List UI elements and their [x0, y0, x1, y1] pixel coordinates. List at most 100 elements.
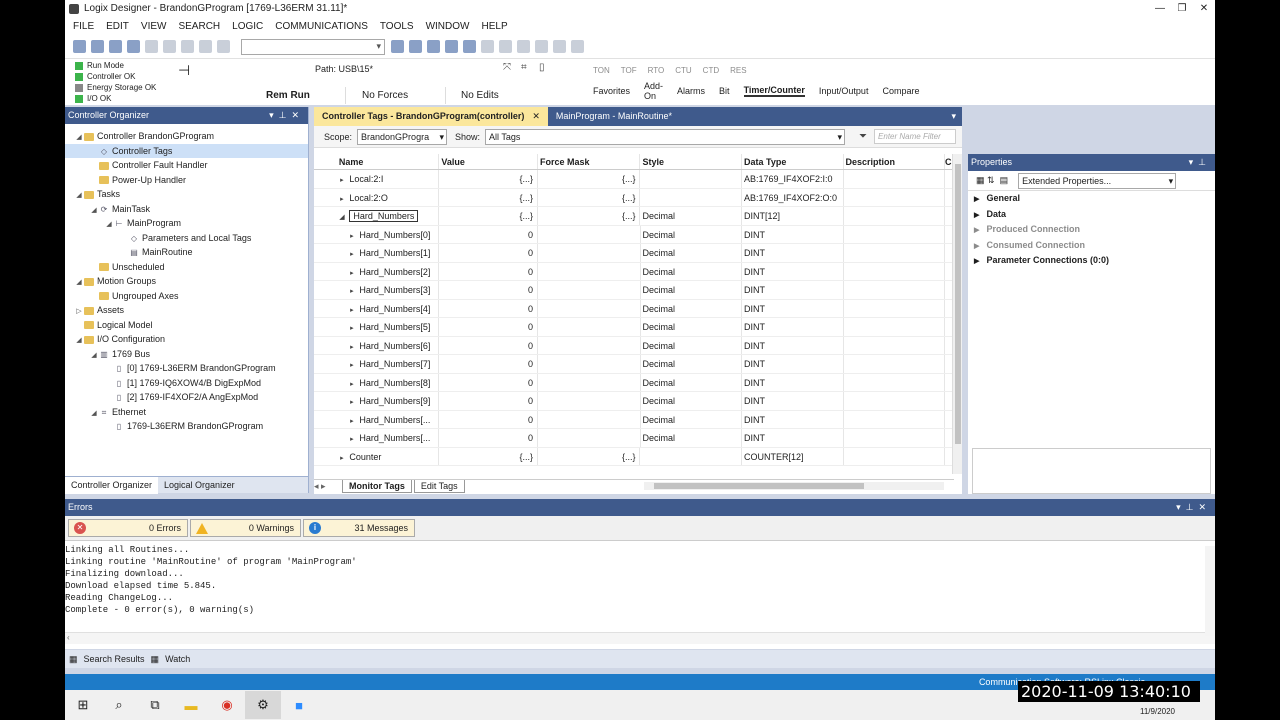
- controller-mode[interactable]: Rem Run: [266, 87, 344, 104]
- cross-reference-icon[interactable]: [427, 40, 440, 53]
- grid-vertical-scrollbar[interactable]: [952, 154, 962, 474]
- tag-force-mask[interactable]: {...}: [536, 447, 640, 465]
- tag-name[interactable]: Hard_Numbers[...: [359, 415, 430, 425]
- tag-name[interactable]: Hard_Numbers[2]: [359, 267, 430, 277]
- instr-ctu[interactable]: CTU: [675, 66, 691, 75]
- tab-logical-organizer[interactable]: Logical Organizer: [158, 480, 241, 490]
- tag-row[interactable]: ▸ Hard_Numbers[1] 0 Decimal DINT: [314, 244, 954, 263]
- tag-style[interactable]: Decimal: [639, 336, 742, 354]
- tag-description[interactable]: [842, 299, 945, 317]
- tag-value[interactable]: 0: [438, 225, 537, 243]
- tag-force-mask[interactable]: [536, 318, 640, 336]
- menu-help[interactable]: HELP: [481, 21, 507, 32]
- file-explorer-icon[interactable]: ▬: [173, 691, 209, 719]
- tag-row[interactable]: ▸ Local:2:I {...} {...} AB:1769_IF4XOF2:I:0: [314, 170, 954, 189]
- tag-value[interactable]: 0: [438, 281, 537, 299]
- show-select[interactable]: All Tags: [485, 128, 846, 145]
- tag-force-mask[interactable]: {...}: [536, 170, 640, 188]
- instr-rto[interactable]: RTO: [648, 66, 665, 75]
- tag-style[interactable]: [639, 170, 741, 188]
- zoom-icon[interactable]: ■: [281, 691, 317, 719]
- instr-res[interactable]: RES: [730, 66, 746, 75]
- sort-icon[interactable]: ⇅: [987, 175, 995, 186]
- tag-value[interactable]: 0: [438, 336, 537, 354]
- tag-description[interactable]: [842, 262, 945, 280]
- tab-controller-tags[interactable]: Controller Tags - BrandonGProgram(contro…: [314, 107, 548, 126]
- tag-style[interactable]: Decimal: [639, 225, 742, 243]
- tag-data-type[interactable]: DINT: [741, 225, 843, 243]
- tag-force-mask[interactable]: [536, 262, 640, 280]
- menu-communications[interactable]: COMMUNICATIONS: [275, 21, 368, 32]
- maximize-button[interactable]: ❐: [1171, 3, 1193, 14]
- tag-data-type[interactable]: DINT: [741, 244, 843, 262]
- tab-watch[interactable]: Watch: [165, 654, 190, 664]
- scope-select[interactable]: BrandonGProgra: [357, 128, 448, 145]
- rung-edit-icon[interactable]: [481, 40, 494, 53]
- tag-description[interactable]: [842, 336, 945, 354]
- tag-data-type[interactable]: DINT: [741, 318, 843, 336]
- tag-name[interactable]: Hard_Numbers[7]: [359, 359, 430, 369]
- chrome-icon[interactable]: ◉: [209, 691, 245, 719]
- search-icon[interactable]: ⌕: [101, 691, 137, 719]
- properties-view-select[interactable]: Extended Properties...: [1018, 172, 1177, 189]
- property-category[interactable]: ▶ General: [968, 191, 1215, 207]
- tree-node[interactable]: ◢ I/O Configuration: [65, 332, 308, 347]
- tag-name[interactable]: Hard_Numbers[1]: [359, 248, 430, 258]
- print-icon[interactable]: [127, 40, 140, 53]
- undo-icon[interactable]: [199, 40, 212, 53]
- tag-data-type[interactable]: DINT: [741, 410, 843, 428]
- menu-search[interactable]: SEARCH: [178, 21, 220, 32]
- tag-style[interactable]: Decimal: [639, 429, 742, 447]
- tag-description[interactable]: [842, 170, 945, 188]
- tree-node[interactable]: Controller Fault Handler: [65, 158, 308, 173]
- tag-data-type[interactable]: AB:1769_IF4XOF2:I:0: [741, 170, 843, 188]
- tab-monitor-tags[interactable]: Monitor Tags: [342, 480, 412, 493]
- col-style[interactable]: Style: [639, 154, 741, 169]
- menu-logic[interactable]: LOGIC: [232, 21, 263, 32]
- tag-value[interactable]: {...}: [438, 447, 537, 465]
- tag-style[interactable]: [639, 447, 741, 465]
- tab-controller-organizer[interactable]: Controller Organizer: [65, 476, 159, 494]
- tag-value[interactable]: 0: [438, 244, 537, 262]
- controller-icon[interactable]: ⊣: [178, 62, 190, 79]
- tag-style[interactable]: Decimal: [639, 207, 741, 225]
- col-force-mask[interactable]: Force Mask: [536, 154, 640, 169]
- tag-data-type[interactable]: DINT[12]: [741, 207, 843, 225]
- tag-description[interactable]: [842, 447, 945, 465]
- tag-row[interactable]: ◢ Hard_Numbers {...} {...} Decimal DINT[12]: [314, 207, 954, 226]
- menu-view[interactable]: VIEW: [141, 21, 167, 32]
- tab-list-icon[interactable]: ▾: [951, 107, 962, 126]
- tree-node[interactable]: ◇ Parameters and Local Tags: [65, 231, 308, 246]
- tab-search-results[interactable]: Search Results: [84, 654, 145, 664]
- tag-row[interactable]: ▸ Hard_Numbers[5] 0 Decimal DINT: [314, 318, 954, 337]
- tag-row[interactable]: ▸ Hard_Numbers[4] 0 Decimal DINT: [314, 299, 954, 318]
- tag-description[interactable]: [842, 318, 945, 336]
- categorized-icon[interactable]: ▦: [976, 175, 985, 186]
- expand-arrow-icon[interactable]: ▶: [974, 223, 984, 239]
- tag-name[interactable]: Hard_Numbers[9]: [359, 396, 430, 406]
- tree-node[interactable]: ▤ MainRoutine: [65, 245, 308, 260]
- tree-node[interactable]: Ungrouped Axes: [65, 289, 308, 304]
- property-category[interactable]: ▶ Data: [968, 207, 1215, 223]
- tag-value[interactable]: 0: [438, 355, 537, 373]
- close-tab-icon[interactable]: ✕: [532, 111, 540, 121]
- menu-window[interactable]: WINDOW: [426, 21, 470, 32]
- tag-style[interactable]: Decimal: [639, 355, 742, 373]
- instr-tab-addon[interactable]: Add-On: [644, 81, 663, 101]
- menu-tools[interactable]: TOOLS: [380, 21, 414, 32]
- paste-icon[interactable]: [181, 40, 194, 53]
- open-file-icon[interactable]: [91, 40, 104, 53]
- tag-row[interactable]: ▸ Hard_Numbers[2] 0 Decimal DINT: [314, 262, 954, 281]
- accept-edits-icon[interactable]: [499, 40, 512, 53]
- property-pages-icon[interactable]: ▤: [1000, 175, 1009, 186]
- tag-description[interactable]: [842, 355, 945, 373]
- tag-force-mask[interactable]: [536, 299, 640, 317]
- instr-tab-compare[interactable]: Compare: [882, 86, 919, 96]
- tag-description[interactable]: [842, 373, 945, 391]
- tag-name[interactable]: Hard_Numbers[0]: [359, 230, 430, 240]
- col-name[interactable]: Name: [337, 154, 439, 169]
- new-file-icon[interactable]: [73, 40, 86, 53]
- tree-node[interactable]: ◢ ▥ 1769 Bus: [65, 347, 308, 362]
- tag-row[interactable]: ▸ Hard_Numbers[0] 0 Decimal DINT: [314, 225, 954, 244]
- tag-value[interactable]: 0: [438, 318, 537, 336]
